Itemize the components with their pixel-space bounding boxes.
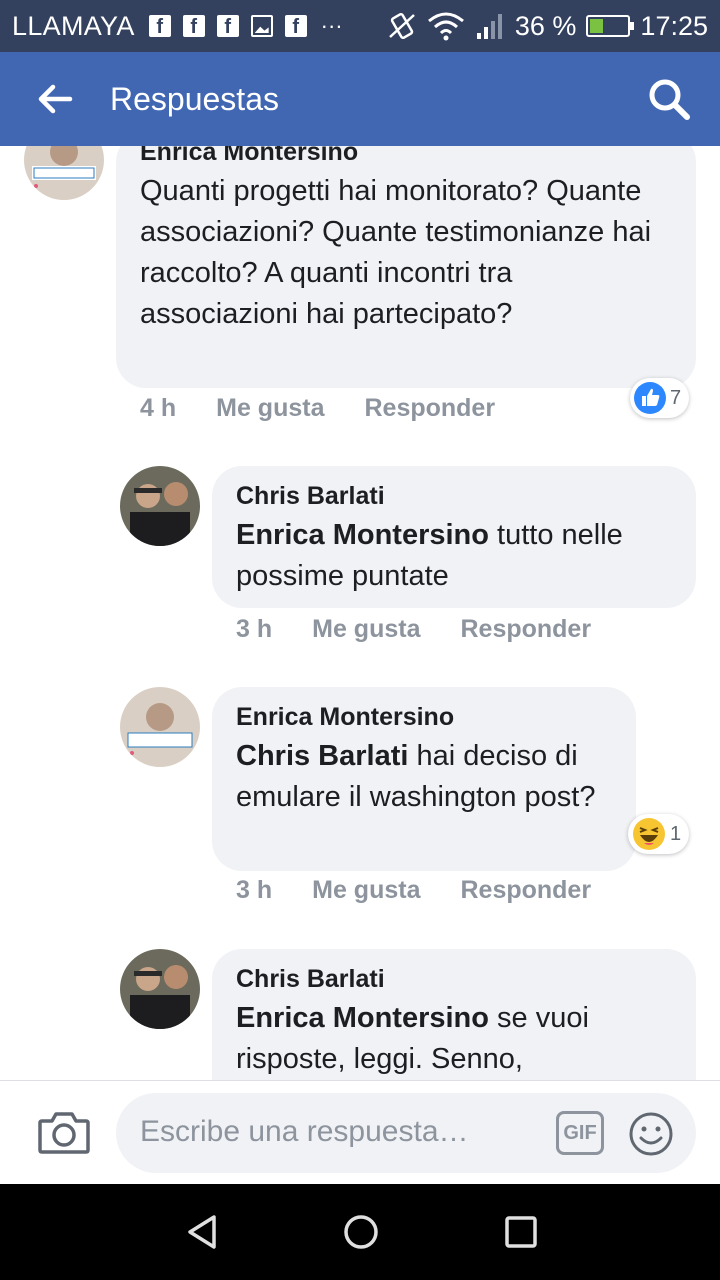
avatar[interactable]	[120, 949, 200, 1029]
facebook-icon: f	[284, 15, 307, 38]
battery-percent: 36 %	[514, 10, 577, 41]
comment-text: Chris Barlati hai deciso di emulare il w…	[236, 736, 612, 818]
like-button[interactable]: Me gusta	[216, 394, 324, 423]
avatar[interactable]	[120, 466, 200, 546]
camera-icon	[38, 1112, 90, 1154]
like-button[interactable]: Me gusta	[312, 615, 420, 644]
arrow-left-icon	[38, 84, 73, 114]
facebook-icon: f	[216, 15, 239, 38]
comment-thread[interactable]: Enrica Montersino Quanti progetti hai mo…	[0, 146, 720, 1080]
comment-time: 4 h	[140, 394, 177, 422]
battery-level	[590, 19, 604, 33]
reaction-badge[interactable]: 1	[628, 814, 690, 854]
comment-bubble[interactable]: Enrica Montersino Quanti progetti hai mo…	[116, 146, 696, 388]
comment-time: 3 h	[236, 876, 273, 904]
mention-link[interactable]: Chris Barlati	[236, 740, 408, 772]
facebook-icon: f	[148, 15, 171, 38]
smiley-icon	[629, 1112, 673, 1156]
like-button[interactable]: Me gusta	[312, 876, 420, 905]
clock: 17:25	[640, 10, 708, 41]
back-button[interactable]	[0, 52, 110, 146]
comment-actions: 3 h Me gusta Responder	[236, 876, 591, 905]
comment-author[interactable]: Enrica Montersino	[140, 146, 672, 167]
vibrate-icon	[389, 12, 415, 40]
wifi-icon	[427, 12, 464, 41]
app-bar: Respuestas	[0, 52, 720, 146]
search-icon	[649, 79, 690, 120]
comment-author[interactable]: Enrica Montersino	[236, 703, 612, 732]
notification-icons: f f f f ···	[148, 13, 343, 39]
search-button[interactable]	[646, 76, 692, 122]
facebook-icon: f	[182, 15, 205, 38]
reply-button[interactable]: Responder	[364, 394, 495, 423]
reply-input[interactable]: Escribe una respuesta… GIF	[116, 1093, 696, 1173]
reaction-count: 7	[670, 386, 682, 409]
reply-button[interactable]: Responder	[460, 876, 591, 905]
profile-photo	[120, 949, 200, 1029]
reaction-badge[interactable]: 7	[630, 378, 690, 418]
signal-icon	[476, 14, 502, 39]
reply-input-placeholder: Escribe una respuesta…	[140, 1115, 469, 1148]
emoji-button[interactable]	[628, 1111, 674, 1157]
avatar[interactable]	[24, 146, 104, 200]
profile-photo	[120, 687, 200, 767]
battery-icon	[586, 15, 635, 37]
reply-button[interactable]: Responder	[460, 615, 591, 644]
comment-actions: 3 h Me gusta Responder	[236, 615, 591, 644]
reply-composer: Escribe una respuesta… GIF	[0, 1080, 720, 1184]
image-icon	[250, 15, 273, 37]
camera-button[interactable]	[38, 1109, 90, 1155]
haha-icon	[633, 818, 665, 850]
comment-bubble[interactable]: Chris Barlati Enrica Montersino se vuoi …	[212, 949, 696, 1080]
comment-text: Enrica Montersino tutto nelle possime pu…	[236, 515, 672, 597]
mention-link[interactable]: Enrica Montersino	[236, 519, 489, 551]
avatar[interactable]	[120, 687, 200, 767]
comment-author[interactable]: Chris Barlati	[236, 482, 672, 511]
comment-bubble[interactable]: Chris Barlati Enrica Montersino tutto ne…	[212, 466, 696, 608]
carrier-name: LLAMAYA	[12, 10, 135, 41]
comment-bubble[interactable]: Enrica Montersino Chris Barlati hai deci…	[212, 687, 636, 871]
system-nav-bar	[0, 1184, 720, 1280]
gif-button[interactable]: GIF	[556, 1111, 604, 1155]
comment-time: 3 h	[236, 615, 273, 643]
comment-text: Quanti progetti hai monitorato? Quante a…	[140, 175, 652, 330]
nav-recents-icon[interactable]	[503, 1214, 539, 1250]
profile-photo	[120, 466, 200, 546]
status-bar: LLAMAYA f f f f ··· 36 % 17:25	[0, 0, 720, 52]
comment-author[interactable]: Chris Barlati	[236, 965, 672, 994]
mention-link[interactable]: Enrica Montersino	[236, 1002, 489, 1034]
page-title: Respuestas	[110, 80, 279, 117]
overflow-indicator: ···	[320, 13, 343, 38]
nav-back-icon[interactable]	[184, 1214, 220, 1250]
nav-home-icon[interactable]	[343, 1214, 379, 1250]
like-icon	[634, 382, 666, 414]
comment-text: Enrica Montersino se vuoi risposte, legg…	[236, 998, 672, 1080]
reaction-count: 1	[670, 822, 682, 845]
comment-actions: 4 h Me gusta Responder	[140, 394, 495, 423]
profile-photo	[24, 146, 104, 200]
